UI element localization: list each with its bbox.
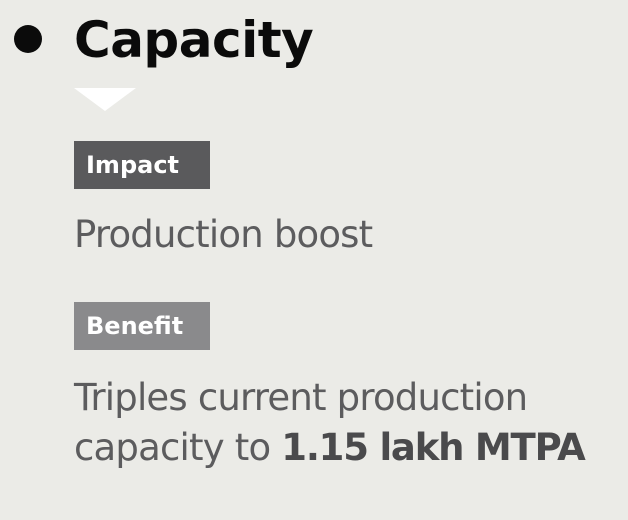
- benefit-line-2: capacity to 1.15 lakh MTPA: [74, 423, 586, 473]
- benefit-line-2-prefix: capacity to: [74, 426, 282, 469]
- page-title: Capacity: [74, 11, 314, 69]
- benefit-line-1: Triples current production: [74, 376, 528, 419]
- impact-text: Production boost: [74, 213, 373, 256]
- benefit-text: Triples current production capacity to 1…: [74, 373, 586, 473]
- pointer-triangle-icon: [74, 88, 136, 111]
- benefit-capacity-value: 1.15 lakh MTPA: [281, 426, 585, 469]
- benefit-tag: Benefit: [74, 302, 210, 350]
- bullet-dot: [14, 25, 42, 53]
- impact-tag: Impact: [74, 141, 210, 189]
